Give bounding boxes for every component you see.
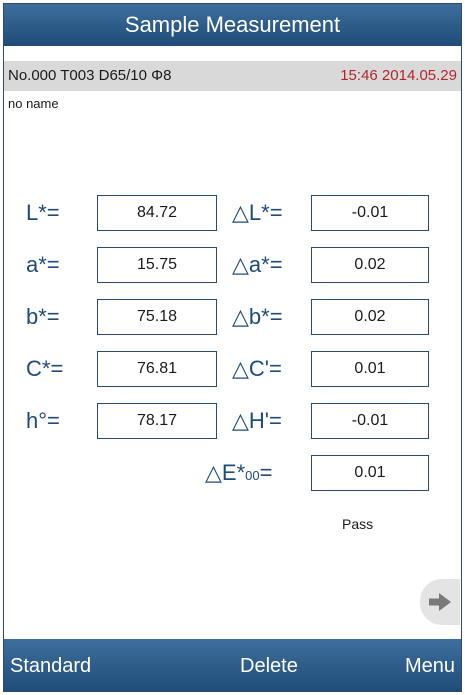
delta-h-value: -0.01 bbox=[311, 403, 429, 439]
delta-a-label: △a*= bbox=[232, 252, 283, 277]
sample-name: no name bbox=[8, 96, 59, 111]
delta-b-label: △b*= bbox=[232, 304, 283, 329]
date-time: 15:46 2014.05.29 bbox=[340, 67, 457, 84]
l-star-label: L*= bbox=[26, 200, 60, 225]
delta-a-value: 0.02 bbox=[311, 247, 429, 283]
delta-l-label: △L*= bbox=[232, 200, 283, 225]
delta-e-label-subscript: 00 bbox=[245, 468, 260, 483]
delta-e-label-equals: = bbox=[259, 460, 273, 485]
c-star-value: 76.81 bbox=[97, 351, 217, 387]
h-degree-label: h°= bbox=[26, 408, 60, 433]
delta-l-value: -0.01 bbox=[311, 195, 429, 231]
next-page-button[interactable] bbox=[420, 579, 460, 625]
delete-button[interactable]: Delete bbox=[240, 639, 298, 691]
delta-e-label: △E*00= bbox=[205, 455, 272, 494]
measurement-info: No.000 T003 D65/10 Φ8 bbox=[8, 67, 172, 84]
title-bar: Sample Measurement bbox=[4, 4, 461, 46]
bottom-bar: Standard Delete Menu bbox=[4, 639, 461, 691]
measurement-screen: Sample Measurement No.000 T003 D65/10 Φ8… bbox=[3, 3, 462, 692]
l-star-value: 84.72 bbox=[97, 195, 217, 231]
delta-h-label: △H'= bbox=[232, 408, 282, 433]
right-arrow-icon bbox=[429, 593, 451, 611]
a-star-label: a*= bbox=[26, 252, 60, 277]
menu-button[interactable]: Menu bbox=[405, 639, 455, 691]
delta-e-value: 0.01 bbox=[311, 455, 429, 491]
b-star-value: 75.18 bbox=[97, 299, 217, 335]
h-degree-value: 78.17 bbox=[97, 403, 217, 439]
screen-title: Sample Measurement bbox=[124, 12, 341, 37]
status-bar: No.000 T003 D65/10 Φ8 15:46 2014.05.29 bbox=[4, 61, 461, 91]
standard-button[interactable]: Standard bbox=[10, 639, 91, 691]
delta-b-value: 0.02 bbox=[311, 299, 429, 335]
c-star-label: C*= bbox=[26, 356, 64, 381]
a-star-value: 15.75 bbox=[97, 247, 217, 283]
delta-e-label-main: △E* bbox=[205, 460, 246, 485]
delta-c-value: 0.01 bbox=[311, 351, 429, 387]
pass-fail-result: Pass bbox=[342, 516, 374, 532]
b-star-label: b*= bbox=[26, 304, 60, 329]
delta-c-label: △C'= bbox=[232, 356, 282, 381]
